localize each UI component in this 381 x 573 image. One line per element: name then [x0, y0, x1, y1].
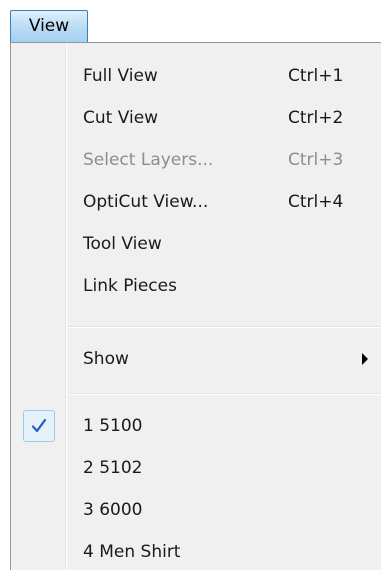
- menu-item-cut-view[interactable]: Cut View Ctrl+2: [13, 97, 380, 139]
- menu-item-label: OptiCut View...: [83, 192, 209, 212]
- menu-item-full-view[interactable]: Full View Ctrl+1: [13, 55, 380, 97]
- menu-item-shortcut: Ctrl+4: [288, 192, 344, 212]
- menu-item-shortcut: Ctrl+2: [288, 108, 344, 128]
- menu-item-label: Select Layers...: [83, 150, 214, 170]
- view-menu-tab[interactable]: View: [10, 10, 88, 42]
- menu-item-recent-3[interactable]: 3 6000: [13, 489, 380, 531]
- menu-item-shortcut: Ctrl+1: [288, 66, 344, 86]
- menu-separator: [69, 393, 380, 394]
- menu-item-recent-4[interactable]: 4 Men Shirt: [13, 531, 380, 573]
- menu-item-label: Show: [83, 349, 129, 369]
- menu-item-label: Cut View: [83, 108, 159, 128]
- view-menu-label: View: [28, 16, 70, 36]
- submenu-arrow-icon: [362, 353, 368, 365]
- menu-item-recent-2[interactable]: 2 5102: [13, 447, 380, 489]
- menu-item-label: 1 5100: [83, 416, 143, 436]
- menu-item-link-pieces[interactable]: Link Pieces: [13, 265, 380, 307]
- menu-item-label: Full View: [83, 66, 158, 86]
- menu-item-show[interactable]: Show: [13, 338, 380, 380]
- checkmark-icon: [31, 418, 47, 433]
- menu-separator: [69, 326, 380, 327]
- view-dropdown-menu: Full View Ctrl+1 Cut View Ctrl+2 Select …: [10, 42, 381, 570]
- menu-item-label: Tool View: [83, 234, 162, 254]
- menu-item-tool-view[interactable]: Tool View: [13, 223, 380, 265]
- checked-state-box: [23, 410, 55, 442]
- menu-item-label: 3 6000: [83, 500, 143, 520]
- menu-item-label: 4 Men Shirt: [83, 542, 181, 562]
- menu-item-select-layers[interactable]: Select Layers... Ctrl+3: [13, 139, 380, 181]
- menu-item-shortcut: Ctrl+3: [288, 150, 344, 170]
- menu-item-label: Link Pieces: [83, 276, 177, 296]
- menu-item-opticut-view[interactable]: OptiCut View... Ctrl+4: [13, 181, 380, 223]
- menu-item-recent-1[interactable]: 1 5100: [13, 405, 380, 447]
- menu-item-label: 2 5102: [83, 458, 143, 478]
